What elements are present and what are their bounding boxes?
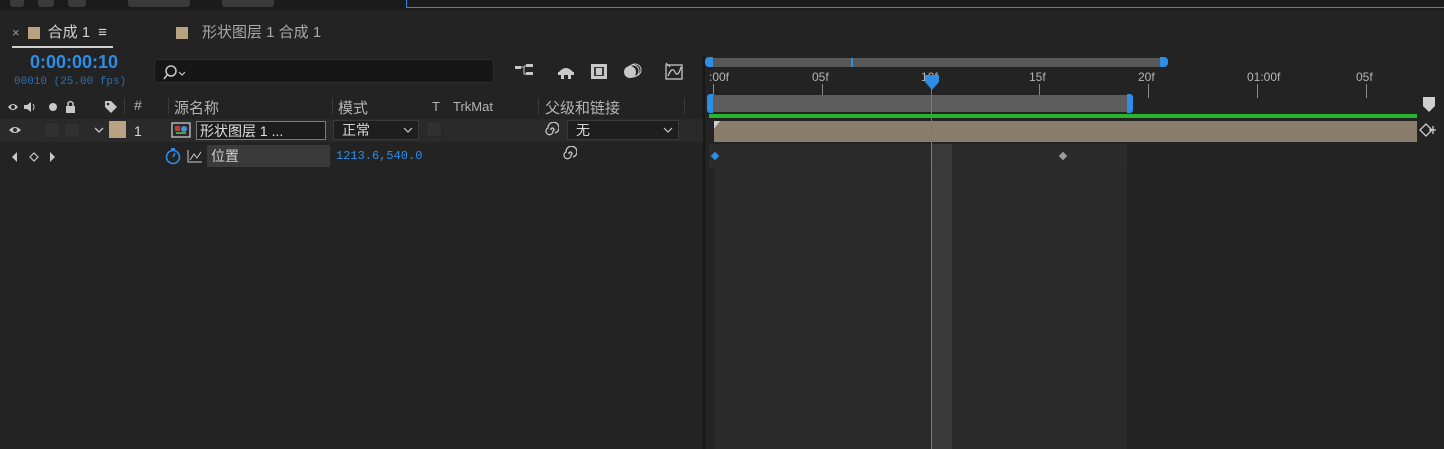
search-icon (163, 65, 186, 80)
parent-value: 无 (576, 122, 590, 138)
column-number: # (134, 97, 142, 113)
flowchart-icon[interactable] (514, 62, 534, 80)
pick-whip-icon[interactable] (543, 122, 559, 138)
tab-menu-icon[interactable]: ≡ (98, 20, 107, 46)
property-value[interactable]: 1213.6,540.0 (336, 149, 422, 163)
comp-end-marker-icon[interactable] (1422, 96, 1436, 114)
ruler-label: 05f (1356, 70, 1373, 84)
playhead-line (931, 80, 932, 449)
solo-switch[interactable] (44, 122, 60, 138)
stopwatch-icon[interactable] (164, 147, 182, 165)
tab-label: 形状图层 1 合成 1 (202, 24, 322, 41)
layer-index: 1 (134, 123, 142, 139)
ruler-label: 20f (1138, 70, 1155, 84)
comp-color-swatch (27, 27, 40, 39)
visibility-eye-icon[interactable] (8, 125, 22, 135)
column-trkmat[interactable]: TrkMat (453, 99, 493, 114)
close-icon[interactable]: × (12, 20, 20, 46)
timeline-right-margin (1417, 56, 1444, 449)
preserve-transparency-switch[interactable] (426, 121, 442, 137)
parent-select[interactable]: 无 (567, 120, 679, 140)
ruler-label: 01:00f (1247, 70, 1281, 84)
tab-shape-layer-comp[interactable]: 形状图层 1 合成 1 (176, 20, 321, 46)
frame-count-display: 00010 (25.00 fps) (14, 76, 127, 88)
blend-mode-value: 正常 (342, 122, 370, 138)
next-keyframe-icon (50, 152, 55, 162)
comp-color-swatch (176, 27, 188, 39)
shy-layers-icon[interactable] (556, 62, 576, 80)
navigator-end-handle[interactable] (1160, 57, 1168, 67)
motion-blur-icon[interactable] (622, 62, 642, 80)
add-keyframe-icon (29, 152, 39, 162)
navigator-start-handle[interactable] (705, 57, 713, 67)
panel-divider[interactable] (703, 56, 705, 449)
prev-keyframe-icon (12, 152, 17, 162)
time-ruler[interactable]: :00f05f10f15f20f01:00f05f (705, 68, 1415, 98)
shape-layer-icon (171, 122, 191, 138)
graph-icon[interactable] (187, 149, 203, 163)
work-area-start-handle[interactable] (707, 94, 713, 113)
layer-label-color[interactable] (109, 121, 126, 138)
column-source-name[interactable]: 源名称 (174, 97, 219, 118)
property-name[interactable]: 位置 (207, 145, 330, 167)
blend-mode-select[interactable]: 正常 (333, 120, 419, 140)
timeline-body (714, 168, 1127, 449)
tab-label: 合成 1 (47, 24, 91, 41)
graph-editor-icon[interactable] (664, 62, 684, 80)
layer-out-link-icon[interactable] (1419, 122, 1437, 138)
expression-pick-whip-icon[interactable] (561, 146, 577, 162)
column-parent-link[interactable]: 父级和链接 (545, 97, 620, 118)
column-t: T (432, 99, 440, 114)
chevron-down-icon (663, 127, 673, 133)
work-area-bar[interactable] (709, 95, 1131, 112)
ruler-label: 15f (1029, 70, 1046, 84)
tab-comp-1[interactable]: × 合成 1 ≡ (12, 20, 113, 48)
timeline-outside-work-area (1127, 144, 1417, 449)
lock-switch[interactable] (64, 122, 80, 138)
chevron-down-icon[interactable] (94, 127, 104, 135)
ruler-major-tick (1257, 84, 1258, 98)
label-tag-icon (105, 101, 117, 113)
chevron-down-icon (403, 127, 413, 133)
ruler-major-tick (1366, 84, 1367, 98)
current-frame-highlight (931, 144, 952, 449)
column-mode[interactable]: 模式 (338, 97, 368, 118)
cached-frames-bar (709, 114, 1417, 118)
top-toolbar-strip (0, 0, 1444, 10)
work-area-end-handle[interactable] (1127, 94, 1133, 113)
frame-blending-icon[interactable] (589, 62, 609, 80)
navigator-current-time-marker (851, 58, 853, 67)
time-navigator-bar[interactable] (708, 58, 1164, 67)
search-input[interactable] (154, 59, 494, 83)
layer-duration-bar[interactable] (714, 121, 1418, 142)
av-feature-switch-icons (8, 100, 75, 113)
layer-name[interactable]: 形状图层 1 ... (196, 121, 326, 140)
playhead-handle[interactable] (924, 74, 940, 92)
ruler-label: :00f (709, 70, 730, 84)
current-time-display[interactable]: 0:00:00:10 (30, 52, 118, 73)
keyframe-navigator[interactable] (10, 151, 60, 163)
ruler-major-tick (1148, 84, 1149, 98)
layer-in-point-marker (714, 121, 720, 129)
ruler-label: 05f (812, 70, 829, 84)
